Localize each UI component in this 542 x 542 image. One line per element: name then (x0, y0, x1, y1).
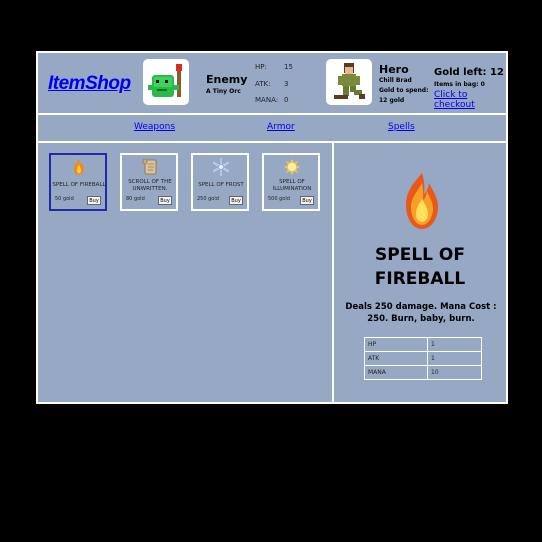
hero-icon (334, 63, 365, 99)
stat-value: 1 (427, 351, 482, 366)
item-card-fireball[interactable]: SPELL OF FIREBALL 50 gold Buy (49, 153, 107, 211)
hero-name: Hero (379, 63, 409, 76)
sun-icon (284, 159, 300, 175)
detail-description: Deals 250 damage. Mana Cost : 250. Burn,… (345, 302, 497, 324)
item-name: SCROLL OF THE UNWRITTEN. (128, 179, 172, 192)
item-name: SPELL OF FIREBALL (52, 182, 106, 188)
item-shop-app: ItemShop Enemy A Tiny Orc HP: 15 ATK: 3 … (36, 51, 508, 404)
buy-button[interactable]: Buy (229, 196, 243, 205)
orc-icon (148, 64, 182, 97)
enemy-name: Enemy (206, 73, 248, 86)
item-price: 80 gold (126, 196, 145, 202)
stat-value: 1 (427, 337, 482, 352)
category-nav: Weapons Armor Spells (38, 113, 506, 143)
hero-gold-amount: 12 gold (379, 97, 405, 104)
stat-label: MANA (364, 365, 428, 380)
item-card-illumination[interactable]: SPELL OF ILLUMINATION 500 gold Buy (262, 153, 320, 211)
fireball-icon (74, 159, 84, 175)
enemy-atk-label: ATK: (255, 80, 271, 88)
items-in-bag: Items in bag: 0 (434, 81, 485, 88)
shop-logo[interactable]: ItemShop (48, 73, 131, 95)
stat-label: ATK (364, 351, 428, 366)
table-row: MANA 10 (364, 365, 482, 380)
buy-button[interactable]: Buy (300, 196, 314, 205)
tab-armor[interactable]: Armor (267, 122, 295, 132)
item-card-scroll[interactable]: SCROLL OF THE UNWRITTEN. 80 gold Buy (120, 153, 178, 211)
scroll-icon (142, 158, 157, 175)
stat-value: 10 (427, 365, 482, 380)
item-price: 50 gold (55, 196, 74, 202)
item-detail-panel: SPELL OF FIREBALL Deals 250 damage. Mana… (332, 143, 508, 402)
enemy-mana-value: 0 (284, 96, 289, 104)
snowflake-icon (213, 158, 229, 176)
enemy-subtitle: A Tiny Orc (206, 88, 241, 95)
item-card-frost[interactable]: SPELL OF FROST 250 gold Buy (191, 153, 249, 211)
item-name: SPELL OF ILLUMINATION (272, 179, 312, 192)
buy-button[interactable]: Buy (87, 196, 101, 205)
item-grid: SPELL OF FIREBALL 50 gold Buy SCROLL OF … (38, 143, 332, 402)
enemy-hp-value: 15 (284, 63, 293, 71)
item-price: 500 gold (268, 196, 290, 202)
hero-subtitle: Chill Brad (379, 77, 412, 84)
enemy-hp-label: HP: (255, 63, 267, 71)
tab-spells[interactable]: Spells (388, 122, 415, 132)
hero-gold-label: Gold to spend: (379, 87, 429, 94)
tab-weapons[interactable]: Weapons (134, 122, 175, 132)
checkout-link[interactable]: Click to checkout (434, 90, 506, 110)
detail-stats-table: HP 1 ATK 1 MANA 10 (364, 337, 482, 380)
header: ItemShop Enemy A Tiny Orc HP: 15 ATK: 3 … (38, 53, 506, 115)
enemy-atk-value: 3 (284, 80, 289, 88)
detail-title: SPELL OF FIREBALL (374, 245, 466, 289)
item-price: 250 gold (197, 196, 219, 202)
table-row: HP 1 (364, 337, 482, 352)
gold-left: Gold left: 12 (434, 67, 504, 78)
table-row: ATK 1 (364, 351, 482, 366)
buy-button[interactable]: Buy (158, 196, 172, 205)
stat-label: HP (364, 337, 428, 352)
enemy-mana-label: MANA: (255, 96, 279, 104)
hero-portrait (326, 59, 372, 105)
enemy-portrait (143, 59, 189, 105)
item-name: SPELL OF FROST (198, 182, 244, 188)
fireball-icon (406, 173, 438, 229)
